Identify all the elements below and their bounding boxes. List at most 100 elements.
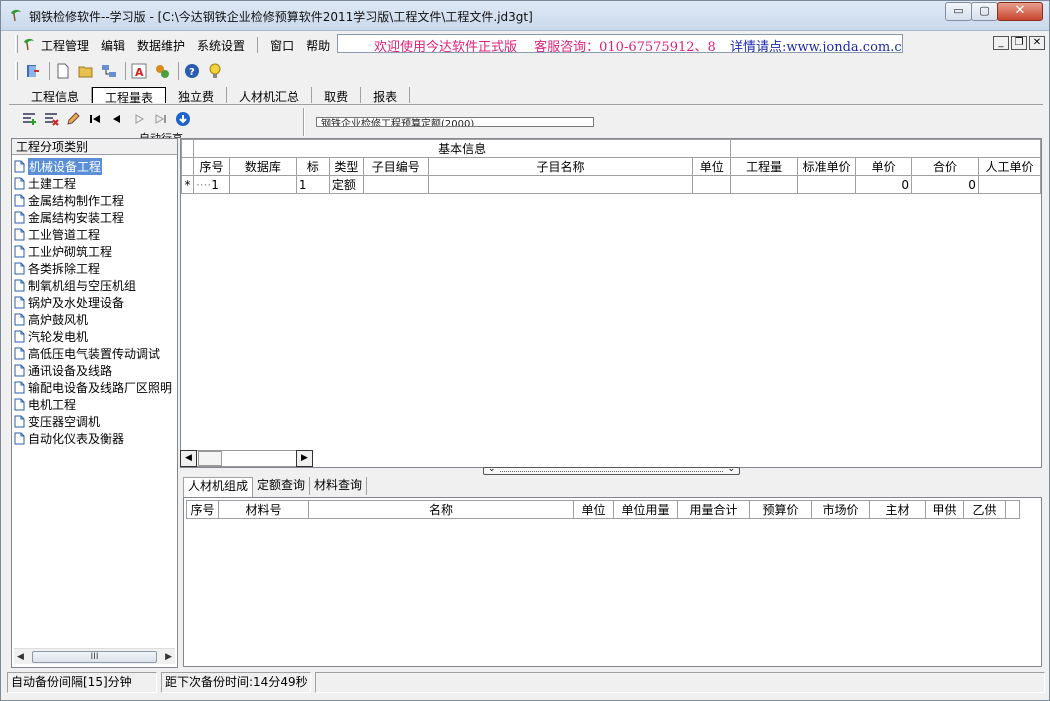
toolbar-grip[interactable]	[15, 62, 18, 80]
tips-button[interactable]	[205, 61, 225, 81]
maximize-button[interactable]: ▢	[971, 2, 998, 21]
mdi-close-button[interactable]: ✕	[1029, 36, 1045, 50]
last-record-button[interactable]	[151, 109, 171, 129]
list-item[interactable]: 金属结构安装工程	[14, 209, 172, 226]
delete-row-button[interactable]	[41, 109, 61, 129]
download-button[interactable]	[173, 109, 193, 129]
cell-total[interactable]: 0	[911, 175, 979, 194]
network-button[interactable]	[99, 61, 119, 81]
list-item[interactable]: 汽轮发电机	[14, 328, 172, 345]
col-main-material[interactable]: 主材	[869, 500, 926, 519]
list-item[interactable]: 机械设备工程	[14, 158, 172, 175]
col-flag[interactable]: 标	[295, 157, 330, 176]
scroll-thumb[interactable]: III	[32, 651, 157, 663]
cell-item-name[interactable]	[427, 175, 694, 194]
col-seq[interactable]: 序号	[192, 157, 230, 176]
new-file-button[interactable]	[53, 61, 73, 81]
col-budget-price[interactable]: 预算价	[749, 500, 812, 519]
col-type[interactable]: 类型	[328, 157, 364, 176]
list-item[interactable]: 输配电设备及线路厂区照明	[14, 379, 172, 396]
list-item[interactable]: 变压器空调机	[14, 413, 172, 430]
menu-edit[interactable]: 编辑	[101, 37, 125, 54]
col-name[interactable]: 名称	[308, 500, 574, 519]
list-item[interactable]: 通讯设备及线路	[14, 362, 172, 379]
col-contractor-supplied[interactable]: 乙供	[963, 500, 1006, 519]
col-quantity[interactable]: 工程量	[730, 157, 799, 176]
col-usage-total[interactable]: 用量合计	[677, 500, 750, 519]
col-total[interactable]: 合价	[911, 157, 979, 176]
menu-window[interactable]: 窗口	[270, 37, 294, 54]
banner-link[interactable]: 详情请点:www.jonda.com.cn	[728, 36, 902, 52]
col-unit[interactable]: 单位	[692, 157, 732, 176]
tab-quota-query[interactable]: 定额查询	[253, 477, 311, 495]
list-item[interactable]: 电机工程	[14, 396, 172, 413]
tab-quantity-table[interactable]: 工程量表	[92, 87, 167, 105]
cell-quantity[interactable]	[730, 175, 799, 194]
menu-help[interactable]: 帮助	[306, 37, 330, 54]
text-format-button[interactable]: A	[129, 61, 149, 81]
grid-scroll-left-icon[interactable]: ◀	[180, 450, 197, 467]
list-item[interactable]: 工业炉砌筑工程	[14, 243, 172, 260]
close-button[interactable]: ✕	[997, 2, 1043, 21]
cell-flag[interactable]: 1	[295, 175, 330, 194]
cell-database[interactable]	[228, 175, 297, 194]
cell-type[interactable]: 定额	[328, 175, 364, 194]
tab-fee-calculation[interactable]: 取费	[312, 87, 362, 104]
cell-std-price[interactable]	[797, 175, 857, 194]
edit-row-button[interactable]	[63, 109, 83, 129]
insert-row-button[interactable]	[19, 109, 39, 129]
col-labor-price[interactable]: 人工单价	[977, 157, 1041, 176]
open-folder-button[interactable]	[76, 61, 96, 81]
col-owner-supplied[interactable]: 甲供	[925, 500, 964, 519]
list-item[interactable]: 高低压电气装置传动调试	[14, 345, 172, 362]
list-item[interactable]: 各类拆除工程	[14, 260, 172, 277]
quota-select[interactable]: 钢铁企业检修工程预算定额(2000)	[316, 117, 594, 127]
menubar-grip[interactable]	[15, 35, 18, 53]
menu-data-maintenance[interactable]: 数据维护	[137, 37, 185, 54]
col-unit-usage[interactable]: 单位用量	[613, 500, 678, 519]
mdi-minimize-button[interactable]: _	[993, 36, 1009, 50]
table-row[interactable]: * ····1 1 定额 0 0	[181, 175, 1041, 194]
scroll-right-icon[interactable]: ▶	[165, 652, 172, 662]
next-record-button[interactable]	[129, 109, 149, 129]
tab-independent-fee[interactable]: 独立费	[166, 87, 228, 104]
list-item[interactable]: 金属结构制作工程	[14, 192, 172, 209]
cell-seq[interactable]: ····1	[192, 175, 230, 194]
menu-settings[interactable]: 系统设置	[197, 37, 245, 54]
grid-scroll-right-icon[interactable]: ▶	[296, 450, 313, 467]
scroll-left-icon[interactable]: ◀	[17, 652, 24, 662]
col-std-price[interactable]: 标准单价	[797, 157, 857, 176]
tab-resource-composition[interactable]: 人材机组成	[183, 477, 254, 497]
col-item-name[interactable]: 子目名称	[427, 157, 694, 176]
col-material-no[interactable]: 材料号	[218, 500, 309, 519]
panel-splitter[interactable]: ⌄ ⌄	[483, 464, 740, 475]
col-unit-price[interactable]: 单价	[855, 157, 913, 176]
minimize-button[interactable]: ▭	[945, 2, 972, 21]
auto-row-height-checkbox[interactable]: 自动行高	[139, 130, 183, 138]
first-record-button[interactable]	[85, 109, 105, 129]
cell-item-code[interactable]	[362, 175, 429, 194]
tab-material-query[interactable]: 材料查询	[310, 477, 368, 495]
list-item[interactable]: 制氧机组与空压机组	[14, 277, 172, 294]
exit-button[interactable]	[23, 61, 43, 81]
tree-horizontal-scrollbar[interactable]: ◀ III ▶	[14, 648, 175, 664]
cell-unit[interactable]	[692, 175, 732, 194]
grid-horizontal-scrollbar[interactable]: ◀ ▶	[180, 450, 314, 467]
grid-scroll-thumb[interactable]	[198, 451, 222, 466]
list-item[interactable]: 工业管道工程	[14, 226, 172, 243]
tab-reports[interactable]: 报表	[361, 87, 411, 104]
list-item[interactable]: 高炉鼓风机	[14, 311, 172, 328]
list-item[interactable]: 自动化仪表及衡器	[14, 430, 172, 447]
col-market-price[interactable]: 市场价	[811, 500, 870, 519]
prev-record-button[interactable]	[107, 109, 127, 129]
col-item-code[interactable]: 子目编号	[362, 157, 429, 176]
tab-resource-summary[interactable]: 人材机汇总	[227, 87, 313, 104]
plugin-button[interactable]	[152, 61, 172, 81]
list-item[interactable]: 土建工程	[14, 175, 172, 192]
col-unit[interactable]: 单位	[573, 500, 614, 519]
col-database[interactable]: 数据库	[228, 157, 297, 176]
tab-project-info[interactable]: 工程信息	[19, 87, 93, 104]
menu-project[interactable]: 工程管理	[41, 37, 89, 54]
mdi-restore-button[interactable]: ❐	[1011, 36, 1027, 50]
cell-labor-price[interactable]	[977, 175, 1041, 194]
